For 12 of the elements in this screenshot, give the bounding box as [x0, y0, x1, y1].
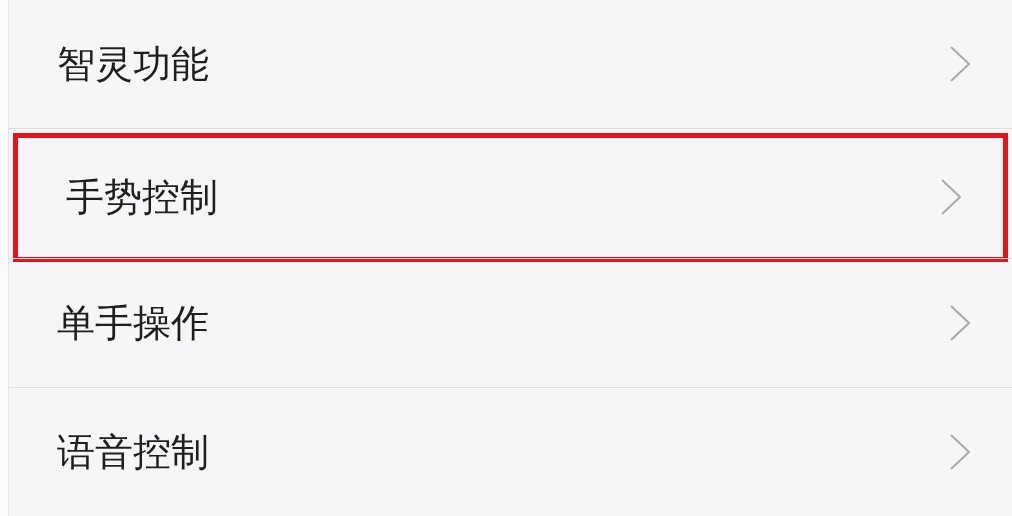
- chevron-right-icon: [948, 431, 972, 472]
- chevron-right-icon: [939, 177, 963, 218]
- row-label: 语音控制: [57, 432, 209, 471]
- settings-row[interactable]: 单手操作: [9, 258, 1012, 387]
- row-label: 单手操作: [57, 303, 209, 342]
- row-label: 手势控制: [66, 178, 218, 217]
- settings-row[interactable]: 语音控制: [9, 387, 1012, 516]
- chevron-right-icon: [948, 302, 972, 343]
- chevron-right-icon: [948, 44, 972, 85]
- settings-row[interactable]: 手势控制: [13, 133, 1008, 262]
- settings-row[interactable]: 智灵功能: [9, 0, 1012, 129]
- row-label: 智灵功能: [57, 45, 209, 84]
